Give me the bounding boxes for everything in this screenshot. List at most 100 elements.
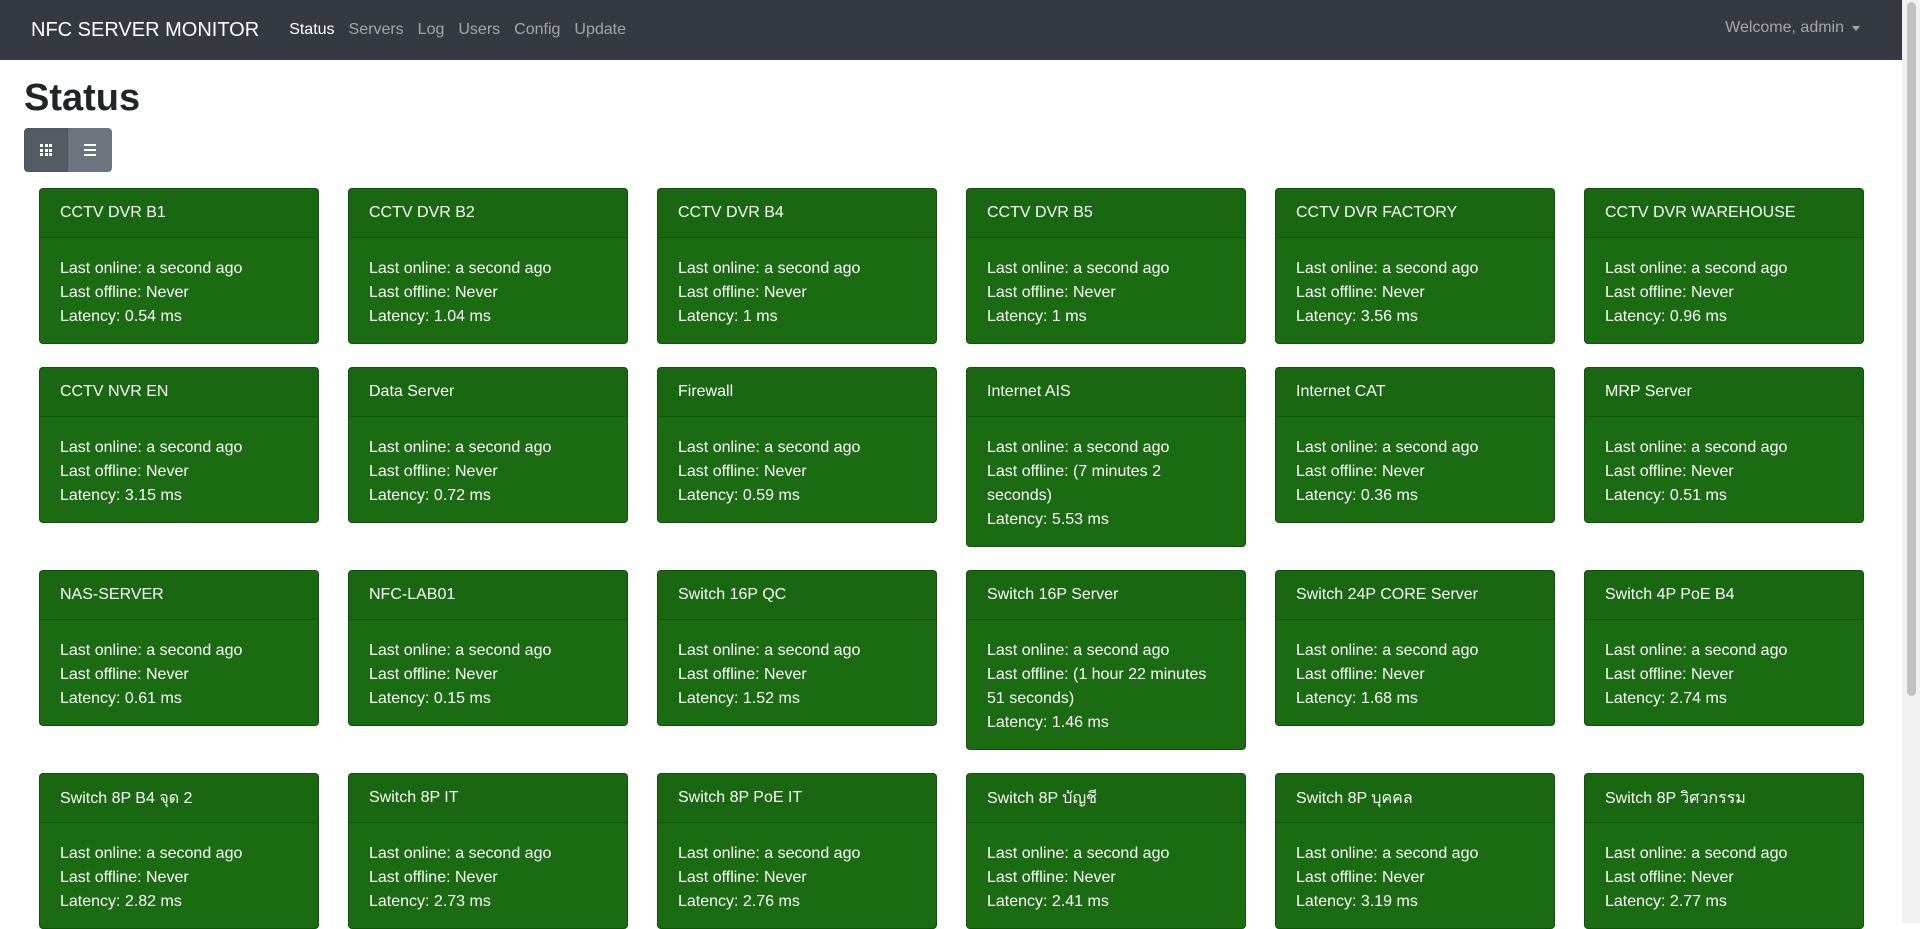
brand-title[interactable]: NFC SERVER MONITOR — [31, 19, 259, 42]
server-name: Switch 8P บุคคล — [1276, 774, 1554, 823]
last-offline-text: Last offline: Never — [678, 463, 807, 480]
server-card[interactable]: MRP Server Last online: a second ago Last … — [1584, 367, 1864, 523]
latency-text: Latency: 1.46 ms — [987, 714, 1109, 731]
last-offline-text: Last offline: Never — [369, 666, 498, 683]
latency-text: Latency: 3.56 ms — [1296, 308, 1418, 325]
server-name: Switch 4P PoE B4 — [1585, 571, 1863, 620]
server-card[interactable]: CCTV DVR B2 Last online: a second ago Last… — [348, 188, 628, 344]
last-offline-text: Last offline: Never — [987, 284, 1116, 301]
server-status-body: Last online: a second ago Last offline: N… — [349, 417, 627, 522]
server-card[interactable]: Internet CAT Last online: a second ago Las… — [1275, 367, 1555, 523]
server-status-body: Last online: a second ago Last offline: N… — [967, 823, 1245, 928]
server-card[interactable]: CCTV DVR FACTORY Last online: a second ag… — [1275, 188, 1555, 344]
nav-log[interactable]: Log — [411, 21, 452, 39]
server-card[interactable]: Switch 8P บุคคล Last online: a second ago… — [1275, 773, 1555, 929]
last-offline-text: Last offline: Never — [60, 463, 189, 480]
server-card[interactable]: CCTV DVR B5 Last online: a second ago Last… — [966, 188, 1246, 344]
server-status-body: Last online: a second ago Last offline: N… — [40, 620, 318, 725]
server-name: Switch 8P บัญชี — [967, 774, 1245, 823]
latency-text: Latency: 5.53 ms — [987, 511, 1109, 528]
server-card[interactable]: NFC-LAB01 Last online: a second ago Last o… — [348, 570, 628, 726]
server-name: Switch 24P CORE Server — [1276, 571, 1554, 620]
server-name: Data Server — [349, 368, 627, 417]
page-scrollbar[interactable] — [1902, 0, 1920, 923]
last-offline-text: Last offline: Never — [369, 463, 498, 480]
last-offline-text: Last offline: Never — [1296, 666, 1425, 683]
scrollbar-thumb[interactable] — [1907, 2, 1916, 696]
server-card[interactable]: CCTV DVR WAREHOUSE Last online: a second … — [1584, 188, 1864, 344]
server-name: Internet CAT — [1276, 368, 1554, 417]
server-status-body: Last online: a second ago Last offline: N… — [40, 823, 318, 928]
last-offline-text: Last offline: Never — [987, 869, 1116, 886]
last-offline-text: Last offline: (7 minutes 2 seconds) — [987, 463, 1162, 504]
server-card[interactable]: Switch 8P PoE IT Last online: a second ag… — [657, 773, 937, 929]
last-offline-text: Last offline: Never — [1605, 869, 1734, 886]
last-offline-text: Last offline: Never — [1296, 463, 1425, 480]
server-status-body: Last online: a second ago Last offline: N… — [40, 417, 318, 522]
server-name: Switch 8P วิศวกรรม — [1585, 774, 1863, 823]
server-card[interactable]: Switch 24P CORE Server Last online: a sec… — [1275, 570, 1555, 726]
latency-text: Latency: 2.73 ms — [369, 893, 491, 910]
server-card[interactable]: Switch 16P QC Last online: a second ago La… — [657, 570, 937, 726]
last-online-text: Last online: a second ago — [60, 260, 243, 277]
nav-config[interactable]: Config — [507, 21, 567, 39]
server-name: CCTV NVR EN — [40, 368, 318, 417]
server-card[interactable]: Switch 4P PoE B4 Last online: a second ag… — [1584, 570, 1864, 726]
latency-text: Latency: 0.36 ms — [1296, 487, 1418, 504]
server-name: CCTV DVR WAREHOUSE — [1585, 189, 1863, 238]
server-name: CCTV DVR B1 — [40, 189, 318, 238]
last-offline-text: Last offline: Never — [60, 869, 189, 886]
latency-text: Latency: 1.52 ms — [678, 690, 800, 707]
last-offline-text: Last offline: Never — [1605, 284, 1734, 301]
server-name: CCTV DVR B2 — [349, 189, 627, 238]
server-name: CCTV DVR B5 — [967, 189, 1245, 238]
server-card[interactable]: CCTV DVR B1 Last online: a second ago Last… — [39, 188, 319, 344]
server-name: Switch 8P B4 จุด 2 — [40, 774, 318, 823]
server-card[interactable]: Switch 8P B4 จุด 2 Last online: a second … — [39, 773, 319, 929]
server-status-body: Last online: a second ago Last offline: N… — [1585, 823, 1863, 928]
server-card[interactable]: Internet AIS Last online: a second ago Las… — [966, 367, 1246, 547]
latency-text: Latency: 2.77 ms — [1605, 893, 1727, 910]
last-online-text: Last online: a second ago — [987, 642, 1170, 659]
last-online-text: Last online: a second ago — [1605, 642, 1788, 659]
nav-update[interactable]: Update — [567, 21, 633, 39]
last-offline-text: Last offline: Never — [1605, 463, 1734, 480]
list-view-button[interactable] — [68, 128, 112, 172]
server-card[interactable]: NAS-SERVER Last online: a second ago Last … — [39, 570, 319, 726]
last-offline-text: Last offline: Never — [60, 284, 189, 301]
nav-status[interactable]: Status — [282, 21, 341, 39]
server-card[interactable]: Firewall Last online: a second ago Last of… — [657, 367, 937, 523]
server-card[interactable]: Switch 8P IT Last online: a second ago Las… — [348, 773, 628, 929]
server-card[interactable]: CCTV DVR B4 Last online: a second ago Last… — [657, 188, 937, 344]
server-card[interactable]: Switch 8P วิศวกรรม Last online: a second … — [1584, 773, 1864, 929]
server-status-body: Last online: a second ago Last offline: N… — [349, 823, 627, 928]
last-online-text: Last online: a second ago — [678, 439, 861, 456]
last-online-text: Last online: a second ago — [60, 845, 243, 862]
last-online-text: Last online: a second ago — [987, 439, 1170, 456]
server-name: Switch 16P QC — [658, 571, 936, 620]
server-card[interactable]: CCTV NVR EN Last online: a second ago Last… — [39, 367, 319, 523]
user-menu-dropdown[interactable]: Welcome, admin — [1725, 19, 1860, 37]
nav-servers[interactable]: Servers — [342, 21, 411, 39]
latency-text: Latency: 1.04 ms — [369, 308, 491, 325]
last-online-text: Last online: a second ago — [1605, 439, 1788, 456]
server-name: Switch 16P Server — [967, 571, 1245, 620]
nav-users[interactable]: Users — [451, 21, 507, 39]
server-status-body: Last online: a second ago Last offline: N… — [967, 238, 1245, 343]
latency-text: Latency: 0.54 ms — [60, 308, 182, 325]
last-online-text: Last online: a second ago — [678, 642, 861, 659]
top-navbar: NFC SERVER MONITOR Status Servers Log Us… — [0, 0, 1902, 60]
last-offline-text: Last offline: Never — [369, 284, 498, 301]
server-card[interactable]: Switch 8P บัญชี Last online: a second ago… — [966, 773, 1246, 929]
server-name: NAS-SERVER — [40, 571, 318, 620]
server-card[interactable]: Switch 16P Server Last online: a second a… — [966, 570, 1246, 750]
user-greeting: Welcome, admin — [1725, 19, 1844, 36]
server-name: Internet AIS — [967, 368, 1245, 417]
latency-text: Latency: 0.61 ms — [60, 690, 182, 707]
server-card[interactable]: Data Server Last online: a second ago Last… — [348, 367, 628, 523]
server-status-body: Last online: a second ago Last offline: (… — [967, 620, 1245, 749]
grid-view-button[interactable] — [24, 128, 68, 172]
server-status-body: Last online: a second ago Last offline: N… — [1585, 238, 1863, 343]
last-online-text: Last online: a second ago — [1605, 845, 1788, 862]
server-status-body: Last online: a second ago Last offline: (… — [967, 417, 1245, 546]
